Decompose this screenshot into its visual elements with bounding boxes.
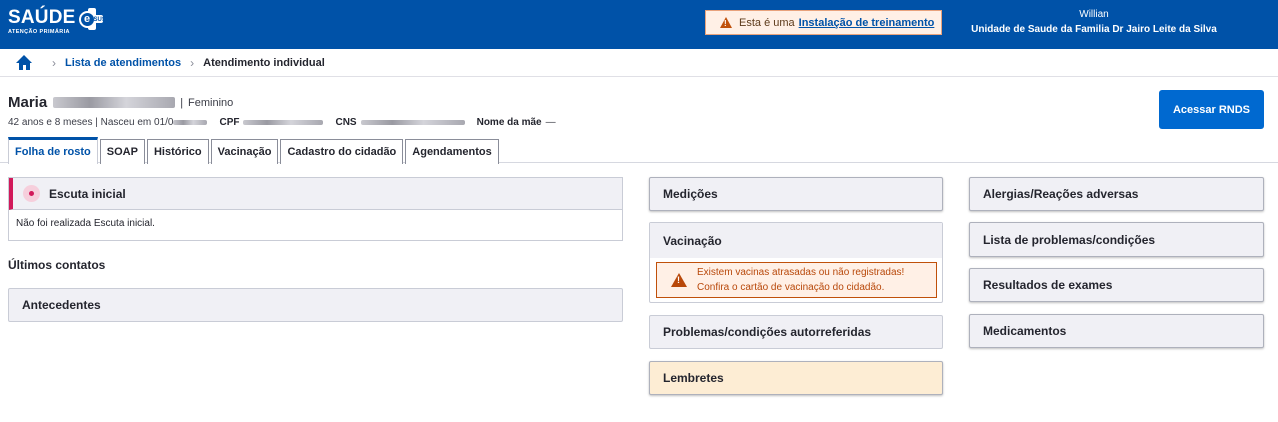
vaccine-alert: ! Existem vacinas atrasadas ou não regis…: [656, 262, 937, 298]
tab-agendamentos[interactable]: Agendamentos: [405, 139, 499, 164]
tab-bar: Folha de rosto SOAP Histórico Vacinação …: [8, 137, 501, 164]
patient-sex-separator: |: [180, 96, 184, 109]
redacted-surname: [53, 97, 176, 108]
mother-name-label: Nome da mãe: [476, 117, 542, 128]
nurse-icon: [23, 185, 40, 202]
patient-info: 42 anos e 8 meses | Nasceu em 01/0 CPF C…: [8, 117, 556, 128]
training-banner: ! Esta é uma Instalação de treinamento: [705, 10, 942, 35]
tab-vacinacao[interactable]: Vacinação: [210, 139, 279, 164]
breadcrumb-atendimento-individual: Atendimento individual: [203, 56, 325, 69]
warning-icon: !: [720, 17, 732, 28]
redacted-cpf: [243, 120, 324, 125]
logo-title: SAÚDE: [8, 7, 76, 28]
mother-name-value: —: [545, 117, 556, 128]
patient-age-birth: 42 anos e 8 meses | Nasceu em 01/0: [8, 117, 174, 128]
chevron-right-icon: ›: [190, 55, 195, 70]
patient-header: Maria | Feminino: [8, 94, 233, 111]
cpf-label: CPF: [219, 117, 240, 128]
tab-folha-de-rosto[interactable]: Folha de rosto: [8, 137, 98, 164]
medicoes-panel[interactable]: Medições: [649, 177, 943, 211]
medicamentos-panel[interactable]: Medicamentos: [969, 314, 1264, 348]
home-icon[interactable]: [16, 55, 33, 70]
vaccine-alert-line-1: Existem vacinas atrasadas ou não registr…: [697, 267, 905, 278]
patient-first-name: Maria: [8, 94, 48, 111]
redacted-birthdate: [173, 120, 208, 125]
ultimos-contatos-title: Últimos contatos: [8, 258, 106, 272]
tab-cadastro-do-cidadao[interactable]: Cadastro do cidadão: [280, 139, 404, 164]
escuta-inicial-title: Escuta inicial: [49, 186, 126, 201]
training-banner-text: Esta é uma: [739, 16, 795, 29]
vacinacao-header[interactable]: Vacinação: [650, 223, 942, 258]
patient-sex: Feminino: [188, 96, 234, 109]
warning-icon: !: [671, 273, 687, 287]
alergias-panel[interactable]: Alergias/Reações adversas: [969, 177, 1264, 211]
vaccine-alert-line-2: Confira o cartão de vacinação do cidadão…: [697, 282, 885, 293]
chevron-right-icon: ›: [52, 55, 56, 70]
escuta-inicial-message: Não foi realizada Escuta inicial.: [16, 218, 155, 229]
training-installation-link[interactable]: Instalação de treinamento: [799, 17, 935, 29]
tab-soap[interactable]: SOAP: [99, 139, 145, 164]
breadcrumb-lista-atendimentos[interactable]: Lista de atendimentos: [65, 57, 181, 69]
breadcrumb: › Lista de atendimentos › Atendimento in…: [0, 49, 1278, 77]
redacted-cns: [360, 120, 465, 125]
problemas-autorreferidas-panel[interactable]: Problemas/condições autorreferidas: [649, 315, 943, 349]
lembretes-panel[interactable]: Lembretes: [649, 361, 943, 395]
cns-label: CNS: [335, 117, 357, 128]
escuta-inicial-card: Escuta inicial Não foi realizada Escuta …: [8, 177, 623, 241]
logo-subtitle: ATENÇÃO PRIMÁRIA: [8, 29, 70, 35]
escuta-inicial-header[interactable]: Escuta inicial: [9, 178, 622, 210]
resultados-exames-panel[interactable]: Resultados de exames: [969, 268, 1264, 302]
top-bar: SAÚDE ATENÇÃO PRIMÁRIA e SUS ! Esta é um…: [0, 0, 1278, 49]
lista-problemas-panel[interactable]: Lista de problemas/condições: [969, 222, 1264, 257]
user-unit: Unidade de Saude da Familia Dr Jairo Lei…: [971, 24, 1217, 35]
user-menu[interactable]: Willian Unidade de Saude da Familia Dr J…: [964, 9, 1224, 39]
antecedentes-panel[interactable]: Antecedentes: [8, 288, 623, 322]
user-name: Willian: [1079, 9, 1109, 20]
acessar-rnds-button[interactable]: Acessar RNDS: [1159, 90, 1264, 129]
app-logo[interactable]: SAÚDE ATENÇÃO PRIMÁRIA e SUS: [8, 8, 106, 38]
tab-historico[interactable]: Histórico: [146, 139, 209, 164]
esus-badge-icon: e SUS: [78, 8, 106, 30]
vacinacao-card: Vacinação ! Existem vacinas atrasadas ou…: [649, 222, 943, 303]
